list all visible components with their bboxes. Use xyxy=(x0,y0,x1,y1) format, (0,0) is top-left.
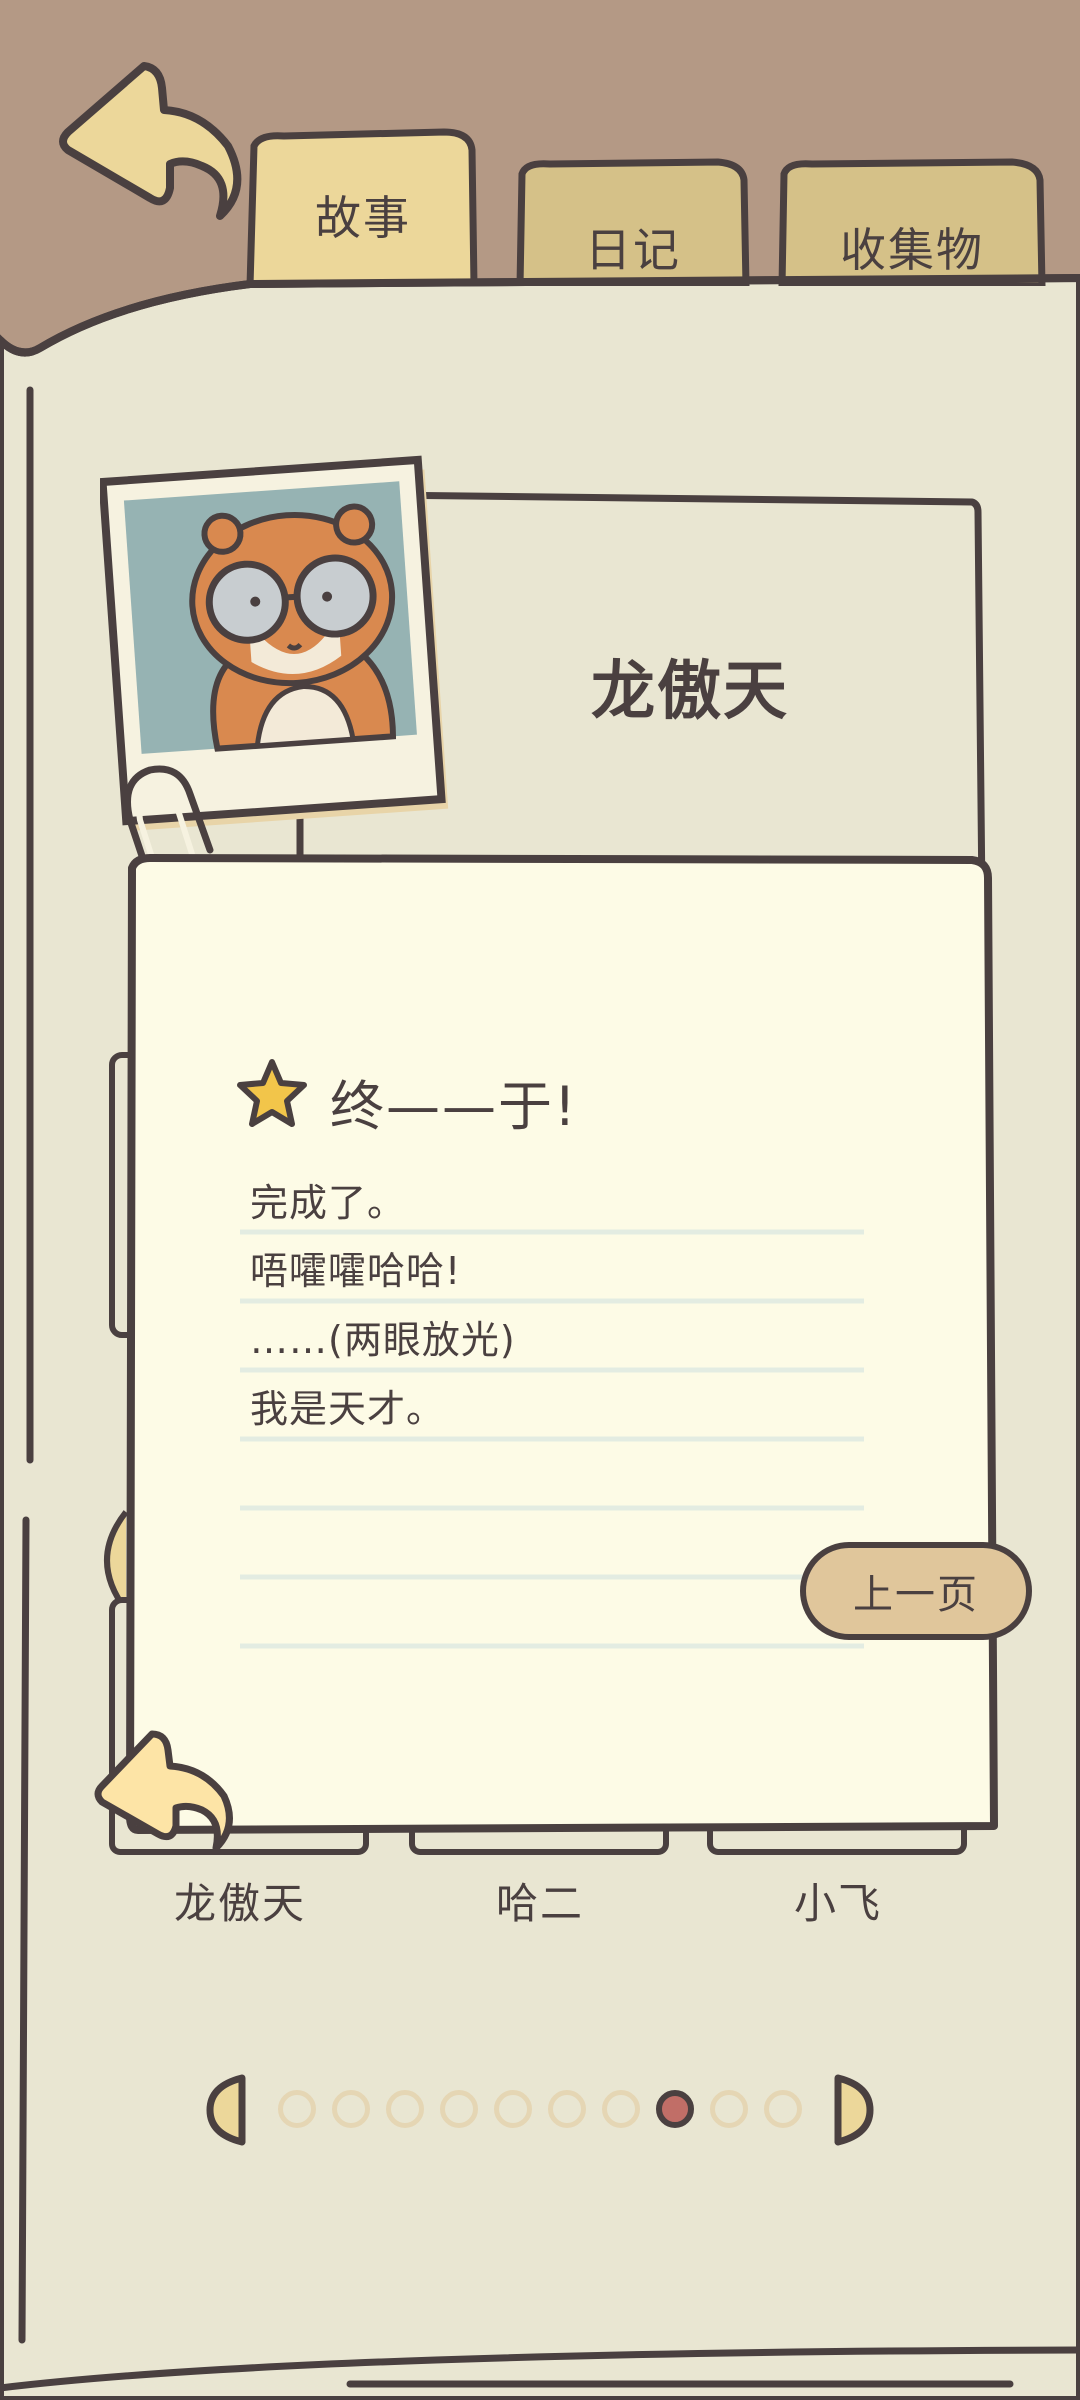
page-dot[interactable] xyxy=(494,2090,532,2128)
note-back-arrow-icon[interactable] xyxy=(92,1726,242,1856)
previous-page-button[interactable]: 上一页 xyxy=(800,1542,1032,1640)
tab-story[interactable]: 故事 xyxy=(250,182,476,248)
back-arrow-icon[interactable] xyxy=(52,58,242,228)
note-line: ……(两眼放光) xyxy=(250,1318,516,1362)
character-tab-xiaofei[interactable]: 小飞 xyxy=(728,1870,948,1931)
page-dot[interactable] xyxy=(602,2090,640,2128)
page-top-edge xyxy=(0,274,1080,357)
page-dot[interactable] xyxy=(332,2090,370,2128)
note-title: 终——于! xyxy=(330,1075,578,1138)
next-arrow-icon[interactable] xyxy=(830,2072,876,2148)
page-dot[interactable] xyxy=(548,2090,586,2128)
note-line: 唔嚯嚯哈哈! xyxy=(250,1249,462,1293)
page-dot[interactable] xyxy=(386,2090,424,2128)
character-tab-longaotian[interactable]: 龙傲天 xyxy=(130,1870,350,1931)
page-dot[interactable] xyxy=(710,2090,748,2128)
page-dot[interactable] xyxy=(440,2090,478,2128)
character-tab-haer[interactable]: 哈二 xyxy=(430,1870,650,1931)
character-name: 龙傲天 xyxy=(591,655,789,729)
note-line: 我是天才。 xyxy=(250,1387,446,1431)
page-dot-active[interactable] xyxy=(656,2090,694,2128)
page-dot[interactable] xyxy=(278,2090,316,2128)
previous-arrow-icon[interactable] xyxy=(204,2072,250,2148)
star-icon xyxy=(237,1059,307,1127)
page-dot[interactable] xyxy=(764,2090,802,2128)
note-line: 完成了。 xyxy=(250,1181,407,1225)
